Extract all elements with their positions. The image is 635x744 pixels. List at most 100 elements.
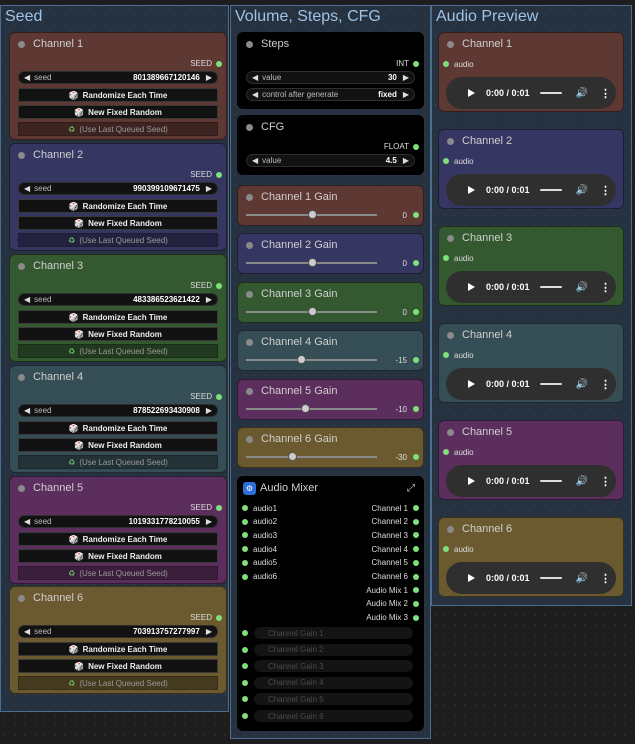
output-slot-icon[interactable] bbox=[413, 559, 419, 566]
collapse-dot-icon[interactable] bbox=[18, 373, 25, 381]
preview-audio-node[interactable]: Channel 5 audio 0:00 / 0:01 🔊 ⋮ bbox=[438, 420, 624, 500]
node-header[interactable]: Channel 6 Gain bbox=[238, 428, 423, 450]
preview-audio-node[interactable]: Channel 6 audio 0:00 / 0:01 🔊 ⋮ bbox=[438, 517, 624, 597]
steps-node[interactable]: Steps INT ◀ value 30 ▶ ◀ control after g… bbox=[237, 32, 424, 109]
randomize-each-time-button[interactable]: 🎲 Randomize Each Time bbox=[18, 421, 218, 435]
input-slot-icon[interactable] bbox=[242, 505, 248, 511]
new-fixed-random-button[interactable]: 🎲 New Fixed Random bbox=[18, 549, 218, 563]
decrement-arrow-icon[interactable]: ◀ bbox=[24, 517, 30, 526]
expand-icon[interactable]: ⤢ bbox=[407, 483, 415, 494]
seed-output[interactable]: SEED bbox=[190, 281, 222, 290]
cfg-node[interactable]: CFG FLOAT ◀ value 4.5 ▶ bbox=[237, 115, 424, 175]
use-last-queued-seed-button[interactable]: ♻ (Use Last Queued Seed) bbox=[18, 233, 218, 247]
gain-node[interactable]: Channel 4 Gain -15 bbox=[237, 330, 424, 371]
audio-player[interactable]: 0:00 / 0:01 🔊 ⋮ bbox=[446, 465, 616, 497]
decrement-arrow-icon[interactable]: ◀ bbox=[24, 73, 30, 82]
input-slot-icon[interactable] bbox=[242, 646, 248, 653]
audio-player[interactable]: 0:00 / 0:01 🔊 ⋮ bbox=[446, 271, 616, 303]
randomize-each-time-button[interactable]: 🎲 Randomize Each Time bbox=[18, 88, 218, 102]
input-slot-icon[interactable] bbox=[443, 352, 449, 358]
volume-icon[interactable]: 🔊 bbox=[576, 185, 588, 196]
collapse-dot-icon[interactable] bbox=[447, 331, 454, 339]
input-slot-icon[interactable] bbox=[242, 532, 248, 539]
steps-value-widget[interactable]: ◀ value 30 ▶ bbox=[246, 71, 415, 84]
collapse-dot-icon[interactable] bbox=[246, 193, 253, 201]
gain-node[interactable]: Channel 5 Gain -10 bbox=[237, 379, 424, 420]
output-slot-icon[interactable] bbox=[413, 614, 419, 621]
increment-arrow-icon[interactable]: ▶ bbox=[206, 184, 212, 193]
progress-bar[interactable] bbox=[539, 189, 562, 191]
mixer-gain-input-5[interactable]: Channel Gain 5 bbox=[242, 693, 413, 706]
output-slot-icon[interactable] bbox=[413, 406, 419, 412]
progress-bar[interactable] bbox=[539, 92, 562, 94]
randomize-each-time-button[interactable]: 🎲 Randomize Each Time bbox=[18, 199, 218, 213]
mixer-output-4[interactable]: Channel 5 bbox=[372, 557, 419, 569]
play-icon[interactable] bbox=[468, 283, 475, 291]
mixer-output-2[interactable]: Channel 3 bbox=[372, 529, 419, 541]
gain-slider[interactable]: 0 bbox=[244, 305, 419, 319]
use-last-queued-seed-button[interactable]: ♻ (Use Last Queued Seed) bbox=[18, 566, 218, 580]
collapse-dot-icon[interactable] bbox=[18, 40, 25, 48]
new-fixed-random-button[interactable]: 🎲 New Fixed Random bbox=[18, 438, 218, 452]
gain-slider[interactable]: -30 bbox=[244, 450, 419, 464]
output-slot-icon[interactable] bbox=[413, 532, 419, 539]
output-slot-icon[interactable] bbox=[413, 546, 419, 553]
audio-mixer-node[interactable]: ⚙ Audio Mixer ⤢ audio1 audio2 audio3 audio4… bbox=[237, 476, 424, 731]
seed-widget[interactable]: ◀ seed 483386523621422 ▶ bbox=[18, 293, 218, 306]
mixer-output-3[interactable]: Channel 4 bbox=[372, 543, 419, 555]
input-slot-icon[interactable] bbox=[242, 696, 248, 703]
output-slot-icon[interactable] bbox=[413, 518, 419, 525]
collapse-dot-icon[interactable] bbox=[447, 40, 454, 48]
node-header[interactable]: ⚙ Audio Mixer ⤢ bbox=[238, 477, 423, 499]
increment-arrow-icon[interactable]: ▶ bbox=[206, 406, 212, 415]
collapse-dot-icon[interactable] bbox=[18, 484, 25, 492]
mixer-input-audio5[interactable]: audio5 bbox=[242, 557, 277, 569]
mixer-output-5[interactable]: Channel 6 bbox=[372, 571, 419, 583]
slider-track[interactable] bbox=[246, 404, 377, 413]
gain-node[interactable]: Channel 3 Gain 0 bbox=[237, 282, 424, 323]
collapse-dot-icon[interactable] bbox=[246, 387, 253, 395]
play-icon[interactable] bbox=[468, 186, 475, 194]
mixer-gain-input-6[interactable]: Channel Gain 6 bbox=[242, 710, 413, 722]
seed-output[interactable]: SEED bbox=[190, 170, 222, 179]
slider-track[interactable] bbox=[246, 355, 377, 364]
slider-track[interactable] bbox=[246, 452, 377, 461]
audio-input[interactable]: audio bbox=[443, 446, 474, 458]
volume-icon[interactable]: 🔊 bbox=[576, 573, 588, 584]
gain-slider[interactable]: 0 bbox=[244, 208, 419, 222]
output-slot-icon[interactable] bbox=[216, 504, 222, 511]
audio-player[interactable]: 0:00 / 0:01 🔊 ⋮ bbox=[446, 174, 616, 206]
volume-icon[interactable]: 🔊 bbox=[576, 379, 588, 390]
collapse-dot-icon[interactable] bbox=[447, 234, 454, 242]
input-slot-icon[interactable] bbox=[242, 663, 248, 670]
play-icon[interactable] bbox=[468, 477, 475, 485]
gain-node[interactable]: Channel 2 Gain 0 bbox=[237, 233, 424, 274]
collapse-dot-icon[interactable] bbox=[246, 123, 253, 131]
mixer-input-audio2[interactable]: audio2 bbox=[242, 516, 277, 528]
slider-track[interactable] bbox=[246, 210, 377, 219]
output-slot-icon[interactable] bbox=[216, 614, 222, 621]
use-last-queued-seed-button[interactable]: ♻ (Use Last Queued Seed) bbox=[18, 455, 218, 469]
slider-thumb[interactable] bbox=[307, 258, 317, 267]
input-slot-icon[interactable] bbox=[443, 255, 449, 261]
seed-node[interactable]: Channel 4 SEED ◀ seed 878522693430908 ▶ … bbox=[9, 365, 227, 473]
input-slot-icon[interactable] bbox=[443, 546, 449, 552]
node-header[interactable]: Channel 4 bbox=[10, 366, 226, 388]
node-header[interactable]: Channel 6 bbox=[439, 518, 623, 540]
more-options-icon[interactable]: ⋮ bbox=[600, 184, 611, 197]
mixer-gain-input-1[interactable]: Channel Gain 1 bbox=[242, 627, 413, 639]
audio-input[interactable]: audio bbox=[443, 58, 474, 70]
collapse-dot-icon[interactable] bbox=[246, 40, 253, 48]
node-header[interactable]: Channel 6 bbox=[10, 587, 226, 609]
mixer-input-audio3[interactable]: audio3 bbox=[242, 529, 277, 541]
node-header[interactable]: CFG bbox=[238, 116, 423, 138]
mixer-gain-input-4[interactable]: Channel Gain 4 bbox=[242, 676, 413, 689]
seed-node[interactable]: Channel 6 SEED ◀ seed 703913757277997 ▶ … bbox=[9, 586, 227, 694]
new-fixed-random-button[interactable]: 🎲 New Fixed Random bbox=[18, 659, 218, 673]
input-slot-icon[interactable] bbox=[242, 713, 248, 719]
gain-node[interactable]: Channel 6 Gain -30 bbox=[237, 427, 424, 468]
next-option-icon[interactable]: ▶ bbox=[403, 90, 409, 99]
decrement-arrow-icon[interactable]: ◀ bbox=[24, 406, 30, 415]
slider-thumb[interactable] bbox=[300, 404, 310, 413]
node-header[interactable]: Channel 1 bbox=[10, 33, 226, 55]
